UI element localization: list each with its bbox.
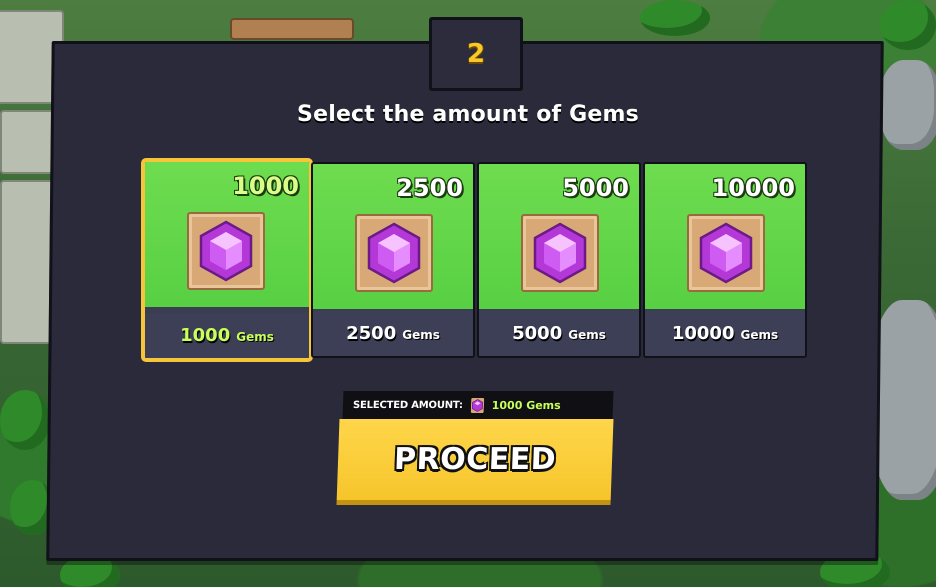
selected-amount-value: 1000 Gems	[491, 398, 561, 412]
proceed-button[interactable]: PROCEED	[336, 419, 614, 505]
card-label-unit: Gems	[236, 330, 274, 344]
gem-icon	[470, 397, 484, 413]
step-badge: 2	[429, 17, 523, 91]
dialog-title: Select the amount of Gems	[297, 102, 639, 127]
gem-frame	[355, 214, 433, 292]
tree	[640, 0, 710, 36]
card-amount: 5000	[562, 174, 629, 202]
card-amount: 2500	[396, 174, 463, 202]
tree	[0, 390, 50, 450]
card-header: 1000	[145, 162, 309, 307]
card-footer: 5000 Gems	[479, 311, 639, 356]
gem-frame	[687, 214, 765, 292]
wooden-fence	[230, 18, 354, 40]
card-label-amount: 2500	[346, 323, 397, 344]
gem-option-2500[interactable]: 2500 2500 Gems	[311, 162, 475, 358]
gem-icon	[199, 220, 253, 282]
card-footer: 10000 Gems	[645, 311, 805, 356]
card-header: 2500	[313, 164, 473, 309]
tree	[880, 0, 936, 50]
card-label-amount: 1000	[180, 325, 231, 346]
selected-amount-bar: SELECTED AMOUNT: 1000 Gems	[342, 391, 614, 419]
gem-icon	[533, 222, 587, 284]
card-amount: 10000	[711, 174, 796, 202]
card-label-unit: Gems	[402, 328, 440, 342]
card-footer: 2500 Gems	[313, 311, 473, 356]
card-label-amount: 10000	[671, 323, 735, 344]
gem-frame	[187, 212, 265, 290]
card-header: 10000	[645, 164, 805, 309]
gem-frame	[521, 214, 599, 292]
gem-option-10000[interactable]: 10000 10000 Gems	[643, 162, 807, 358]
card-label-unit: Gems	[568, 328, 606, 342]
gem-icon	[699, 222, 753, 284]
proceed-button-label: PROCEED	[393, 442, 557, 477]
card-header: 5000	[479, 164, 639, 309]
card-label-amount: 5000	[512, 323, 563, 344]
gem-icon	[367, 222, 421, 284]
card-footer: 1000 Gems	[145, 313, 309, 358]
gem-option-1000[interactable]: 1000 1000 Gems	[141, 158, 313, 362]
step-number: 2	[466, 39, 486, 69]
gem-option-5000[interactable]: 5000 5000 Gems	[477, 162, 641, 358]
card-amount: 1000	[232, 172, 299, 200]
selected-amount-label: SELECTED AMOUNT:	[352, 399, 463, 411]
card-label-unit: Gems	[740, 328, 779, 342]
